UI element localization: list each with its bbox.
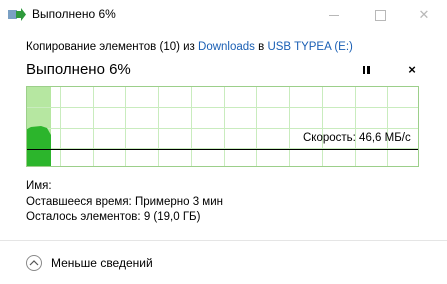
- minimize-icon: [329, 14, 339, 16]
- maximize-button[interactable]: [357, 0, 403, 30]
- graph-speed-area: [27, 126, 51, 166]
- copy-prefix: Копирование элементов (10) из: [26, 41, 199, 53]
- detail-time-remaining: Оставшееся время: Примерно 3 мин: [26, 196, 223, 208]
- pause-icon-bar-left: [362, 66, 365, 74]
- progress-title: Выполнено 6%: [26, 61, 131, 78]
- pause-icon-bar-right: [367, 66, 370, 74]
- name-label: Имя:: [26, 180, 52, 192]
- footer-divider: [0, 240, 447, 241]
- title-bar: Выполнено 6% ✕: [0, 0, 447, 30]
- speed-graph: [26, 86, 419, 167]
- detail-name: Имя:: [26, 180, 52, 192]
- cancel-button[interactable]: ×: [405, 63, 419, 77]
- pause-button[interactable]: [360, 64, 372, 76]
- copy-description: Копирование элементов (10) из Downloads …: [26, 41, 353, 53]
- speed-label: Скорость: 46,6 МБ/с: [303, 132, 411, 144]
- time-value: Примерно 3 мин: [134, 196, 223, 208]
- minimize-button[interactable]: [311, 0, 357, 30]
- source-link[interactable]: Downloads: [198, 41, 255, 53]
- time-label: Оставшееся время:: [26, 196, 132, 208]
- items-value: 9 (19,0 ГБ): [143, 211, 201, 223]
- less-details-label: Меньше сведений: [51, 256, 153, 270]
- chevron-up-icon: [26, 255, 42, 271]
- speed-graph-canvas: [27, 87, 418, 166]
- destination-link[interactable]: USB TYPEA (E:): [267, 41, 352, 53]
- maximize-icon: [374, 9, 386, 21]
- copy-arrow-icon: [8, 8, 26, 21]
- less-details-button[interactable]: Меньше сведений: [26, 253, 153, 273]
- window-close-button[interactable]: ✕: [401, 0, 447, 30]
- items-label: Осталось элементов:: [26, 211, 141, 223]
- copy-mid: в: [254, 41, 268, 53]
- close-icon: ✕: [418, 7, 430, 22]
- window-title: Выполнено 6%: [32, 7, 116, 21]
- detail-items-remaining: Осталось элементов: 9 (19,0 ГБ): [26, 211, 200, 223]
